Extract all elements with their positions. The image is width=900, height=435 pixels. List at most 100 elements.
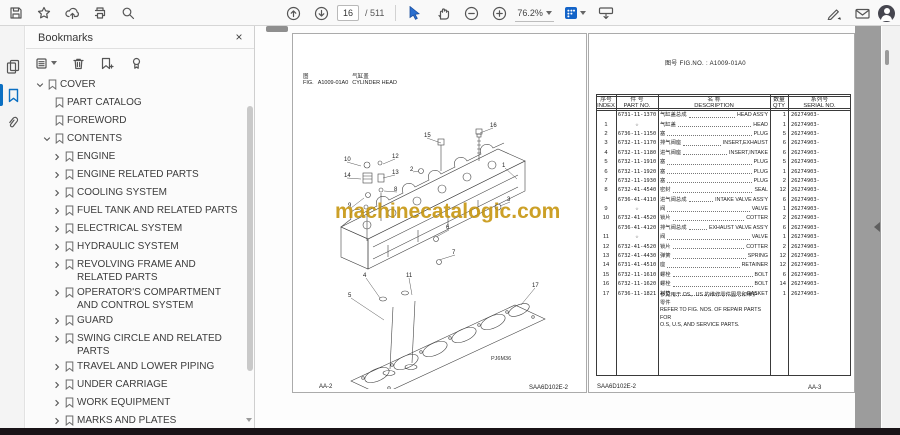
pdf-viewer-window: 16 / 511 76.2% Bookmarks × COVER PART CA… [0, 0, 900, 435]
diagram-callout: 8 [394, 187, 398, 193]
diagram-callout: 7 [452, 250, 456, 256]
vertical-scrollbar[interactable] [882, 26, 900, 428]
collapse-pane-arrow-icon[interactable] [874, 222, 880, 232]
chevron-right-icon[interactable] [51, 186, 63, 199]
bookmark-label: ENGINE [77, 151, 116, 162]
chevron-right-icon[interactable] [51, 286, 63, 299]
toolbar-center-group: 16 / 511 76.2% [281, 0, 618, 26]
table-row: 6736-41-4120 排气阀总成 EXHAUST VALVE ASS'Y 6 262… [617, 224, 820, 231]
col-qty-en: QTY [773, 103, 785, 109]
page-number-input[interactable]: 16 [337, 5, 359, 21]
bookmark-item[interactable]: COOLING SYSTEM [26, 184, 246, 202]
search-icon[interactable] [116, 2, 140, 24]
chevron-right-icon[interactable] [51, 258, 63, 271]
col-desc-en: DESCRIPTION [694, 103, 734, 109]
active-panel-indicator [0, 84, 3, 106]
zoom-level-dropdown[interactable]: 76.2% [515, 4, 554, 22]
page-down-icon[interactable] [309, 2, 333, 24]
chevron-right-icon[interactable] [51, 168, 63, 181]
new-bookmark-icon[interactable] [96, 53, 118, 73]
mail-icon[interactable] [850, 2, 874, 24]
close-icon[interactable]: × [232, 30, 246, 44]
bookmark-flag-icon [63, 286, 75, 299]
chevron-right-icon[interactable] [51, 204, 63, 217]
col-part-en: PART NO. [623, 103, 651, 109]
share-icon[interactable] [60, 2, 84, 24]
bookmarks-scrollbar-thumb[interactable] [247, 106, 253, 371]
bookmark-item[interactable]: CONTENTS [26, 130, 246, 148]
bookmark-item[interactable]: REVOLVING FRAME AND RELATED PARTS [26, 256, 246, 284]
save-icon[interactable] [4, 2, 28, 24]
bookmark-item[interactable]: HYDRAULIC SYSTEM [26, 238, 246, 256]
table-row: 9 ☆ 阀 VALVE 1 26274903- [604, 206, 820, 213]
scroll-down-arrow-icon[interactable] [246, 418, 252, 422]
table-row: 6731-11-1370 气缸盖总成 HEAD ASS'Y 1 26274903- [617, 112, 820, 119]
bookmarks-icon[interactable] [5, 87, 21, 103]
options-icon[interactable] [32, 53, 60, 73]
page-thumbnails-icon[interactable] [5, 58, 21, 74]
zoom-out-icon[interactable] [459, 2, 483, 24]
fill-sign-icon[interactable] [822, 2, 846, 24]
bookmark-item[interactable]: PART CATALOG [26, 94, 246, 112]
select-tool-icon[interactable] [403, 2, 427, 24]
hand-tool-icon[interactable] [431, 2, 455, 24]
bookmark-item[interactable]: UNDER CARRIAGE [26, 376, 246, 394]
table-row: 14 6731-41-4510 座 RETAINER 12 26274903- [602, 262, 820, 269]
account-icon[interactable] [878, 4, 895, 22]
chevron-right-icon[interactable] [51, 240, 63, 253]
read-mode-icon[interactable] [594, 2, 618, 24]
bookmark-item[interactable]: OPERATOR'S COMPARTMENT AND CONTROL SYSTE… [26, 284, 246, 312]
table-row: 6 6732-11-1920 塞 PLUG 1 26274903- [604, 168, 820, 175]
bookmark-label: COVER [60, 79, 96, 90]
bookmark-item[interactable]: ENGINE RELATED PARTS [26, 166, 246, 184]
attachments-icon[interactable] [5, 114, 21, 130]
bookmarks-scrollbar[interactable] [247, 76, 253, 424]
table-row: 16 6732-11-1620 螺栓 BOLT 14 26274903- [602, 281, 820, 288]
diagram-callout: 16 [490, 123, 497, 129]
bookmark-item[interactable]: FUEL TANK AND RELATED PARTS [26, 202, 246, 220]
bookmark-item[interactable]: MARKS AND PLATES [26, 412, 246, 428]
bookmark-item[interactable]: WORK EQUIPMENT [26, 394, 246, 412]
chevron-down-icon[interactable] [41, 132, 53, 145]
bookmark-item[interactable]: SWING CIRCLE AND RELATED PARTS [26, 330, 246, 358]
bookmark-flag-icon [63, 258, 75, 271]
bookmark-item[interactable]: ELECTRICAL SYSTEM [26, 220, 246, 238]
star-icon[interactable] [32, 2, 56, 24]
page-footer-left: AA-2 [319, 384, 333, 390]
taskbar-edge [0, 428, 900, 435]
page-view-dropdown[interactable] [564, 6, 586, 20]
bookmark-item[interactable]: TRAVEL AND LOWER PIPING [26, 358, 246, 376]
table-row: 10 6732-41-4520 锁片 COTTER 2 26274903- [602, 215, 820, 222]
page-up-icon[interactable] [281, 2, 305, 24]
horizontal-scrollbar-thumb[interactable] [266, 26, 288, 32]
page-total-label: / 511 [365, 8, 385, 18]
parts-table-header: 序号 INDEX 件 号 PART NO. 名 称 DESCRIPTION 数量 QTY… [596, 94, 851, 111]
zoom-level-value: 76.2% [517, 7, 543, 18]
bookmark-flag-icon [63, 168, 75, 181]
diagram-callout: 15 [424, 133, 431, 139]
bookmark-item[interactable]: FOREWORD [26, 112, 246, 130]
bookmark-item[interactable]: COVER [26, 76, 246, 94]
chevron-right-icon[interactable] [51, 396, 63, 409]
chevron-right-icon[interactable] [51, 378, 63, 391]
chevron-right-icon[interactable] [51, 150, 63, 163]
bookmark-flag-icon [63, 150, 75, 163]
print-icon[interactable] [88, 2, 112, 24]
bookmark-badge-icon[interactable] [125, 53, 147, 73]
chevron-right-icon[interactable] [51, 360, 63, 373]
chevron-down-icon[interactable] [34, 78, 46, 91]
table-row: 5 6732-11-1910 塞 PLUG 5 26274903- [604, 159, 820, 166]
chevron-right-icon[interactable] [51, 314, 63, 327]
note-line: 零件 [660, 299, 671, 306]
chevron-right-icon[interactable] [51, 332, 63, 345]
drawing-number: PJ6M36 [491, 356, 512, 362]
chevron-right-icon[interactable] [51, 222, 63, 235]
table-row: 2 6736-11-1150 塞 PLUG 5 26274903- [604, 130, 820, 137]
chevron-right-icon[interactable] [51, 414, 63, 427]
bookmark-item[interactable]: GUARD [26, 312, 246, 330]
zoom-in-icon[interactable] [487, 2, 511, 24]
delete-bookmark-icon[interactable] [67, 53, 89, 73]
bookmark-item[interactable]: ENGINE [26, 148, 246, 166]
vertical-scrollbar-thumb[interactable] [885, 50, 889, 65]
toolbar-right-group [822, 0, 895, 26]
